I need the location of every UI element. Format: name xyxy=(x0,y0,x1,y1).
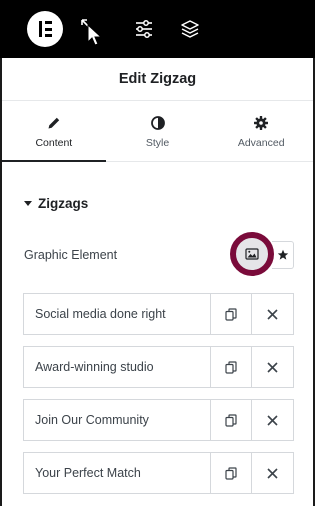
tab-label: Style xyxy=(145,137,170,149)
duplicate-icon xyxy=(225,307,237,321)
contrast-icon xyxy=(150,116,165,130)
duplicate-button[interactable] xyxy=(210,453,251,493)
tab-label: Advanced xyxy=(237,137,285,149)
close-icon xyxy=(267,467,278,479)
top-toolbar xyxy=(0,0,315,58)
tab-advanced[interactable]: Advanced xyxy=(209,101,313,161)
graphic-element-label: Graphic Element xyxy=(24,248,118,262)
repeater-item-title[interactable]: Social media done right xyxy=(24,294,210,334)
repeater-item: Join Our Community xyxy=(23,399,294,441)
close-icon xyxy=(267,361,278,373)
repeater-item-title[interactable]: Award-winning studio xyxy=(24,347,210,387)
duplicate-button[interactable] xyxy=(210,294,251,334)
repeater-item-title[interactable]: Your Perfect Match xyxy=(24,453,210,493)
tab-label: Content xyxy=(35,137,73,149)
graphic-option-icon-button[interactable] xyxy=(272,241,294,269)
remove-button[interactable] xyxy=(251,294,293,334)
star-icon xyxy=(277,249,288,260)
image-icon xyxy=(245,248,259,260)
repeater-item: Your Perfect Match xyxy=(23,452,294,494)
gear-icon xyxy=(254,116,269,130)
zigzag-repeater: Social media done right Award-winning st… xyxy=(23,293,294,505)
duplicate-icon xyxy=(225,360,237,374)
elementor-logo-icon[interactable] xyxy=(27,11,63,47)
panel-header: Edit Zigzag xyxy=(2,58,313,101)
remove-button[interactable] xyxy=(251,400,293,440)
duplicate-icon xyxy=(225,466,237,480)
section-title: Zigzags xyxy=(38,196,89,211)
repeater-item: Social media done right xyxy=(23,293,294,335)
repeater-item: Award-winning studio xyxy=(23,346,294,388)
panel-title: Edit Zigzag xyxy=(118,71,197,87)
close-icon xyxy=(267,414,278,426)
tab-style[interactable]: Style xyxy=(106,101,210,161)
section-toggle-zigzags[interactable]: Zigzags xyxy=(24,196,88,211)
graphic-option-image-button[interactable] xyxy=(230,232,274,276)
sliders-icon[interactable] xyxy=(133,18,155,40)
remove-button[interactable] xyxy=(251,453,293,493)
repeater-item-title[interactable]: Join Our Community xyxy=(24,400,210,440)
pencil-icon xyxy=(48,117,60,129)
tab-content[interactable]: Content xyxy=(2,101,106,162)
duplicate-icon xyxy=(225,413,237,427)
duplicate-button[interactable] xyxy=(210,400,251,440)
panel-tabs: Content Style Advanced xyxy=(2,101,313,162)
remove-button[interactable] xyxy=(251,347,293,387)
close-icon xyxy=(267,308,278,320)
cursor-icon[interactable] xyxy=(80,18,104,46)
duplicate-button[interactable] xyxy=(210,347,251,387)
layers-icon[interactable] xyxy=(179,18,201,40)
caret-down-icon xyxy=(24,201,32,206)
